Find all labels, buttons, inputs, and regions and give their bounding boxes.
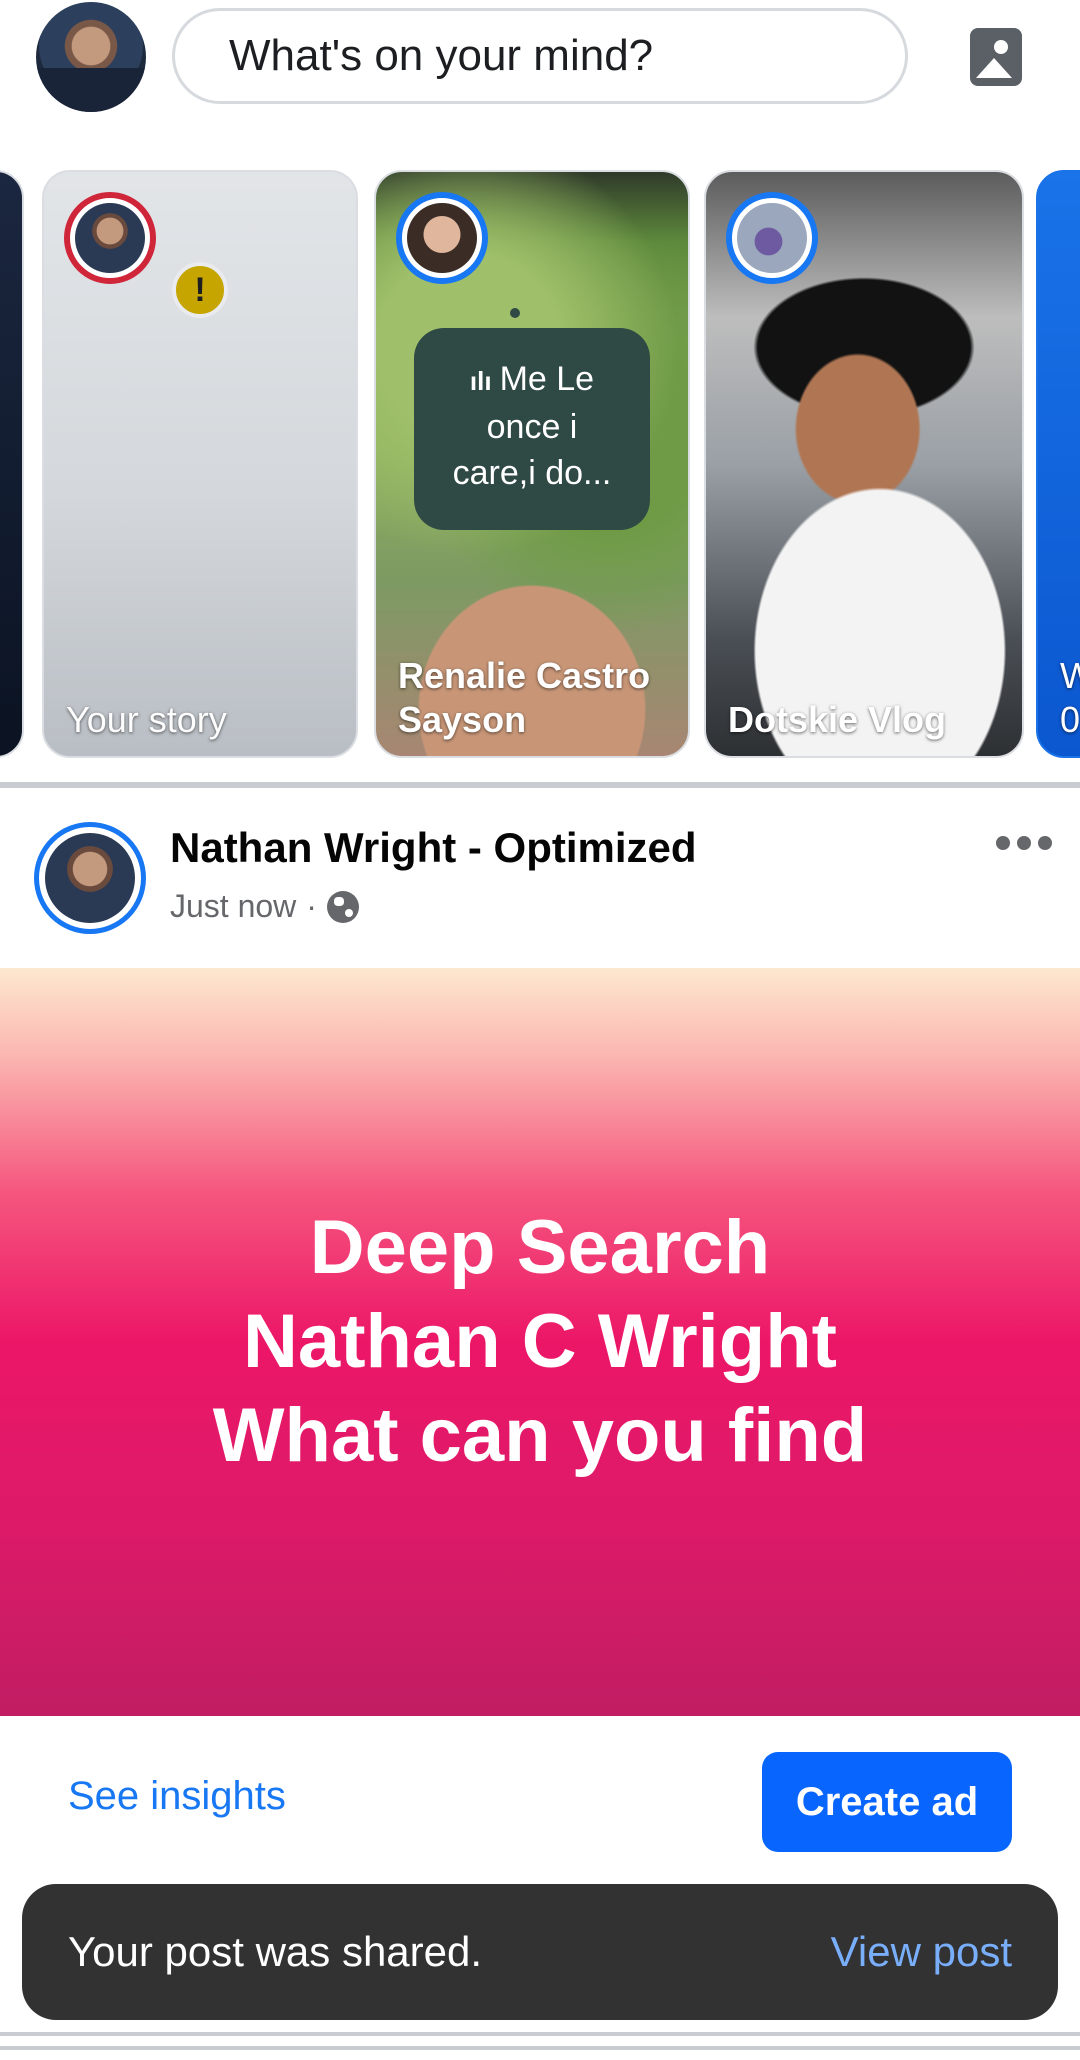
- photo-icon-mountain: [976, 58, 1012, 78]
- stories-tray: ! Your story ılı Me Le once i care,i do..…: [0, 168, 1080, 764]
- section-divider: [0, 2032, 1080, 2036]
- composer-placeholder: What's on your mind?: [229, 31, 654, 80]
- post-header: Nathan Wright - Optimized Just now ·: [0, 800, 1080, 960]
- story-card-dotskie-vlog[interactable]: Dotskie Vlog: [704, 170, 1024, 758]
- snackbar: Your post was shared. View post: [22, 1884, 1058, 2020]
- story-card-your-story[interactable]: ! Your story: [42, 170, 358, 758]
- snackbar-message: Your post was shared.: [68, 1928, 483, 1975]
- post-meta: Just now ·: [170, 888, 359, 925]
- voice-text-line1: Me Le: [499, 360, 595, 398]
- user-avatar[interactable]: [36, 2, 146, 112]
- post-composer: What's on your mind?: [0, 0, 1080, 160]
- photo-icon[interactable]: [970, 28, 1022, 86]
- story-label: Renalie Castro Sayson: [398, 655, 651, 740]
- globe-icon: [326, 890, 359, 923]
- whats-on-your-mind-input[interactable]: What's on your mind?: [172, 8, 908, 104]
- meta-separator: ·: [306, 888, 317, 924]
- photo-icon-sun: [994, 40, 1008, 54]
- post-text-line: Nathan C Wright: [243, 1299, 837, 1384]
- post-author-name[interactable]: Nathan Wright - Optimized: [170, 824, 697, 872]
- post-text-line: What can you find: [212, 1393, 868, 1478]
- your-story-avatar: [64, 192, 156, 284]
- post-text-background[interactable]: Deep Search Nathan C Wright What can you…: [0, 968, 1080, 1716]
- story-card-renalie[interactable]: ılı Me Le once i care,i do... Renalie Cas…: [374, 170, 690, 758]
- post-author-avatar[interactable]: [34, 822, 146, 934]
- story-label: Your story: [66, 699, 227, 740]
- more-options-icon[interactable]: [996, 836, 1052, 852]
- story-label: W 0: [1060, 655, 1080, 740]
- post-text: Deep Search Nathan C Wright What can you…: [213, 1201, 867, 1483]
- facebook-feed-screen: What's on your mind? ! Your story ılı Me …: [0, 0, 1080, 2060]
- warning-badge-icon: !: [172, 262, 228, 318]
- section-divider: [0, 2046, 1080, 2050]
- story-card-partial-right[interactable]: W 0: [1036, 170, 1080, 758]
- story-card-partial-left[interactable]: [0, 170, 24, 758]
- post-time: Just now: [170, 888, 297, 924]
- story-avatar: [396, 192, 488, 284]
- section-divider: [0, 782, 1080, 788]
- voice-text-line3: care,i do...: [452, 454, 612, 492]
- voice-bubble-pointer: [510, 308, 520, 318]
- voice-text-line2: once i: [486, 408, 578, 446]
- story-avatar: [726, 192, 818, 284]
- audio-wave-icon: ılı: [469, 366, 492, 396]
- story-label: Dotskie Vlog: [728, 699, 947, 740]
- create-ad-button[interactable]: Create ad: [762, 1752, 1012, 1852]
- post-text-line: Deep Search: [309, 1205, 771, 1290]
- voice-note-bubble: ılı Me Le once i care,i do...: [414, 328, 650, 530]
- see-insights-link[interactable]: See insights: [68, 1774, 286, 1819]
- view-post-link[interactable]: View post: [831, 1928, 1012, 1976]
